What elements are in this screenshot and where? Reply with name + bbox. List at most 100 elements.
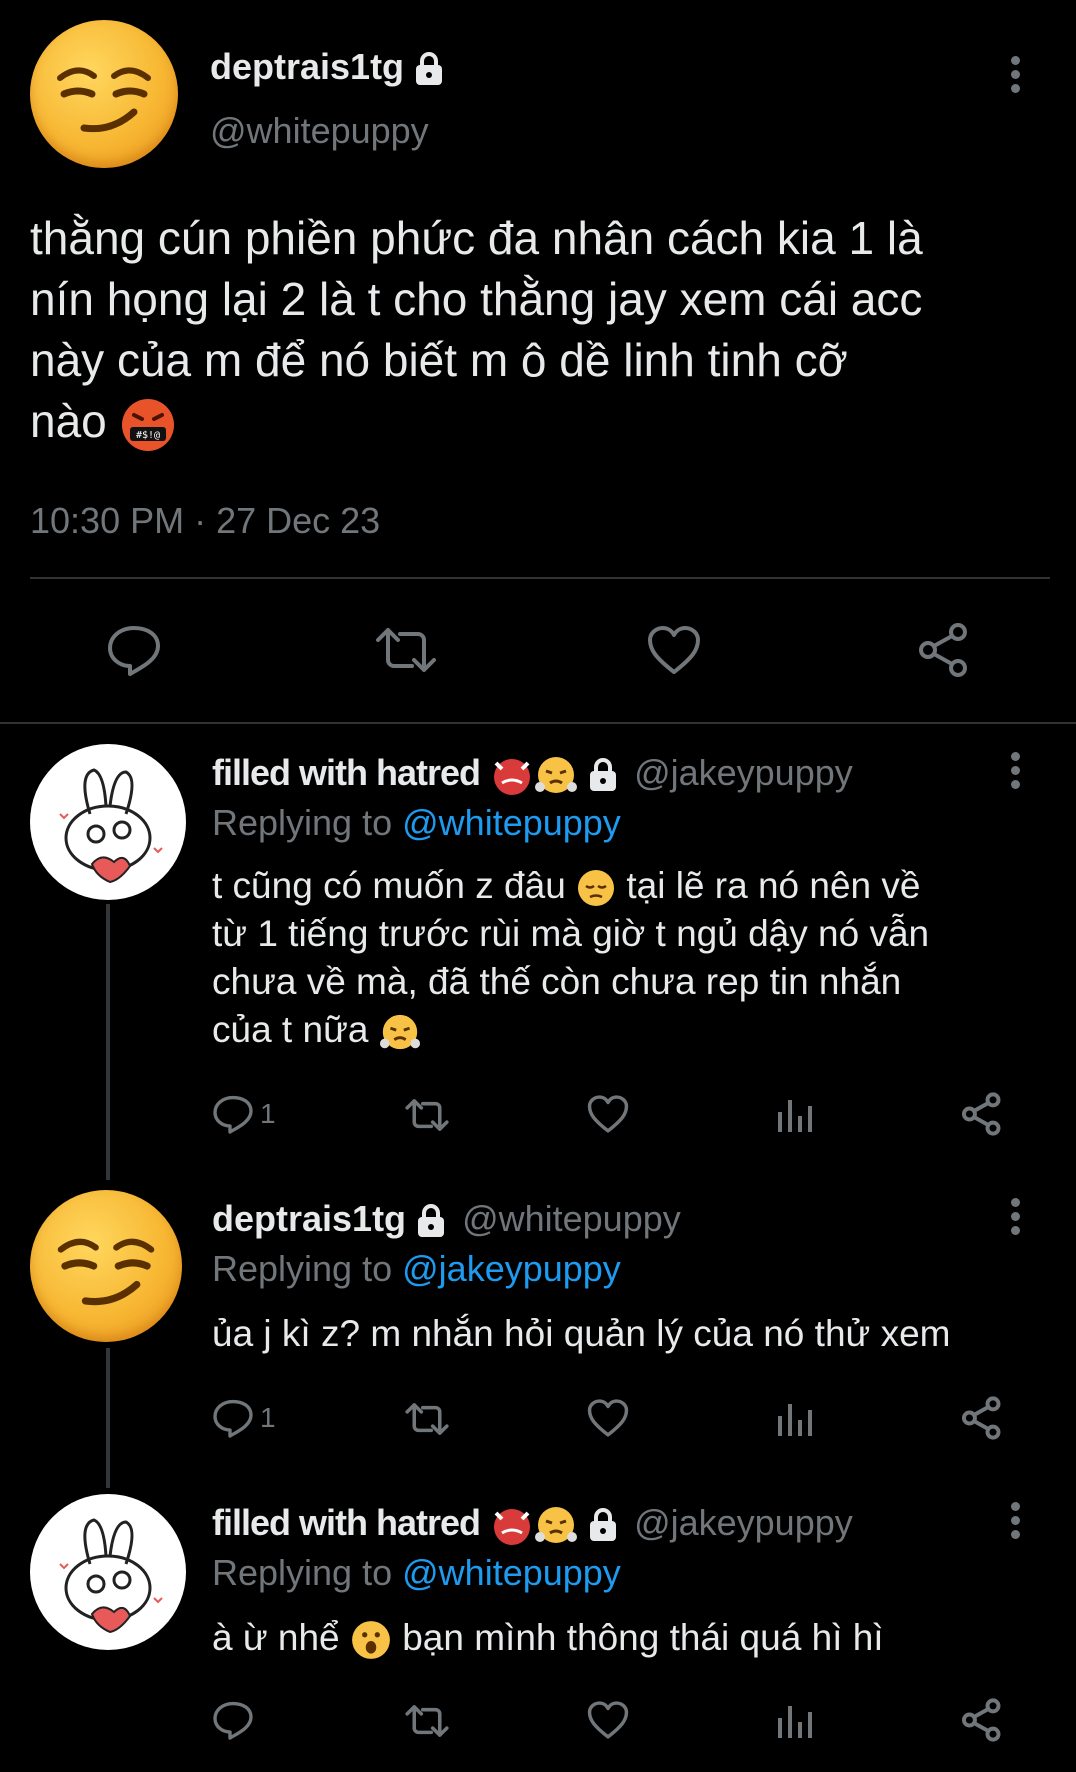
angry-ogre-icon	[494, 1509, 531, 1546]
reply-line: t cũng có muốn z đâu tại lẽ ra nó nên về	[212, 862, 1072, 910]
svg-text:#$!@: #$!@	[135, 430, 159, 441]
retweet-icon	[376, 628, 436, 672]
handle-text[interactable]: @jakeypuppy	[634, 1502, 853, 1543]
more-dots-icon[interactable]	[1011, 752, 1023, 794]
steam-face-icon	[535, 757, 578, 794]
retweet-button[interactable]	[404, 1704, 450, 1738]
retweet-icon	[405, 1403, 449, 1435]
pensive-face-icon	[578, 870, 615, 907]
replying-label: Replying to	[212, 1248, 393, 1289]
display-name-text[interactable]: deptrais1tg	[212, 1198, 406, 1239]
handle-text[interactable]: @whitepuppy	[462, 1198, 681, 1239]
tweet-line: thằng cún phiền phức đa nhân cách kia 1 …	[30, 212, 923, 264]
share-icon	[961, 1698, 1001, 1742]
views-bar-icon	[778, 1100, 812, 1132]
reply-button[interactable]	[106, 624, 162, 676]
divider	[30, 577, 1050, 579]
reply-line: của t nữa	[212, 1006, 1072, 1054]
reply-text: t cũng có muốn z đâu tại lẽ ra nó nên về…	[212, 862, 1072, 1054]
retweet-icon	[405, 1705, 449, 1737]
angry-ogre-icon	[494, 759, 531, 796]
smirk-emoji-avatar[interactable]	[30, 1190, 182, 1342]
thread-line	[106, 904, 110, 1180]
views-bar-icon	[778, 1404, 812, 1436]
reply-line-part: à ừ nhể	[212, 1617, 340, 1658]
share-button[interactable]	[960, 1396, 1004, 1440]
more-dots-icon[interactable]	[1011, 1502, 1023, 1544]
reply-count: 1	[260, 1098, 276, 1129]
tweet-line: này của m để nó biết m ô dề linh tinh cỡ	[30, 334, 848, 386]
replying-to-link[interactable]: @jakeypuppy	[402, 1248, 621, 1289]
like-button[interactable]	[586, 1398, 630, 1438]
reply-line: từ 1 tiếng trước rùi mà giờ t ngủ dậy nó…	[212, 913, 930, 954]
replying-label: Replying to	[212, 1552, 393, 1593]
reply-header: filled with hatred @jakeypuppy	[212, 752, 853, 797]
share-icon	[961, 1092, 1001, 1136]
more-dots-icon[interactable]	[1011, 1198, 1023, 1240]
reply-line: chưa về mà, đã thế còn chưa rep tin nhắn	[212, 961, 902, 1002]
astonished-face-icon	[352, 1621, 390, 1660]
reply-count: 1	[260, 1402, 276, 1433]
replying-to-link[interactable]: @whitepuppy	[402, 1552, 621, 1593]
share-icon	[961, 1396, 1001, 1440]
share-button[interactable]	[916, 622, 972, 678]
reply-header: filled with hatred @jakeypuppy	[212, 1502, 853, 1547]
lock-icon	[418, 1204, 445, 1238]
tweet-line-last: nào #$!@	[30, 391, 1070, 453]
like-button[interactable]	[586, 1094, 630, 1134]
reply-line-part: của t nữa	[212, 1009, 369, 1050]
display-name-text[interactable]: filled with hatred	[212, 1502, 481, 1543]
heart-icon	[587, 1701, 629, 1739]
more-dots-icon[interactable]	[1011, 56, 1023, 98]
main-handle[interactable]: @whitepuppy	[210, 110, 429, 152]
views-button[interactable]	[776, 1096, 814, 1132]
retweet-button[interactable]	[404, 1402, 450, 1436]
display-name-text: deptrais1tg	[210, 46, 405, 87]
like-button[interactable]	[586, 1700, 630, 1740]
share-icon	[919, 623, 967, 677]
main-display-name[interactable]: deptrais1tg	[210, 46, 444, 88]
heart-icon	[587, 1095, 629, 1133]
views-button[interactable]	[776, 1400, 814, 1436]
reply-bubble-icon	[213, 1399, 253, 1438]
replying-to: Replying to @whitepuppy	[212, 1552, 621, 1594]
retweet-icon	[405, 1099, 449, 1131]
like-button[interactable]	[646, 624, 702, 676]
main-timestamp[interactable]: 10:30 PM · 27 Dec 23	[30, 500, 380, 542]
reply-line-part: tại lẽ ra nó nên về	[626, 865, 921, 906]
thread-line	[106, 1348, 110, 1488]
reply-line: ủa j kì z? m nhắn hỏi quản lý của nó thử…	[212, 1313, 951, 1354]
reply-line-part: t cũng có muốn z đâu	[212, 865, 566, 906]
reply-button[interactable]	[212, 1700, 254, 1740]
reply-line: à ừ nhể bạn mình thông thái quá hì hì	[212, 1614, 1072, 1662]
divider	[0, 722, 1076, 724]
steam-face-icon	[535, 1507, 578, 1544]
replying-label: Replying to	[212, 802, 393, 843]
reply-button[interactable]: 1	[212, 1094, 276, 1134]
lock-icon	[590, 1508, 617, 1542]
share-button[interactable]	[960, 1698, 1004, 1742]
replying-to-link[interactable]: @whitepuppy	[402, 802, 621, 843]
retweet-button[interactable]	[404, 1098, 450, 1132]
reply-line-part: bạn mình thông thái quá hì hì	[402, 1617, 884, 1658]
lock-icon	[416, 52, 443, 86]
share-button[interactable]	[960, 1092, 1004, 1136]
cursing-face-icon: #$!@	[121, 398, 174, 451]
views-bar-icon	[778, 1706, 812, 1738]
views-button[interactable]	[776, 1702, 814, 1738]
handle-text[interactable]: @jakeypuppy	[634, 752, 853, 793]
replying-to: Replying to @jakeypuppy	[212, 1248, 621, 1290]
bunny-avatar[interactable]	[30, 1494, 186, 1650]
reply-bubble-icon	[213, 1095, 253, 1134]
display-name-text[interactable]: filled with hatred	[212, 752, 481, 793]
reply-text: ủa j kì z? m nhắn hỏi quản lý của nó thử…	[212, 1310, 1072, 1358]
reply-button[interactable]: 1	[212, 1398, 276, 1438]
reply-text: à ừ nhể bạn mình thông thái quá hì hì	[212, 1614, 1072, 1662]
retweet-button[interactable]	[374, 626, 438, 674]
tweet-line: nào	[30, 395, 107, 447]
smirk-emoji-avatar[interactable]	[30, 20, 178, 168]
bunny-avatar[interactable]	[30, 744, 186, 900]
heart-icon	[648, 626, 700, 674]
reply-header: deptrais1tg @whitepuppy	[212, 1198, 681, 1240]
steam-face-icon	[379, 1015, 420, 1050]
